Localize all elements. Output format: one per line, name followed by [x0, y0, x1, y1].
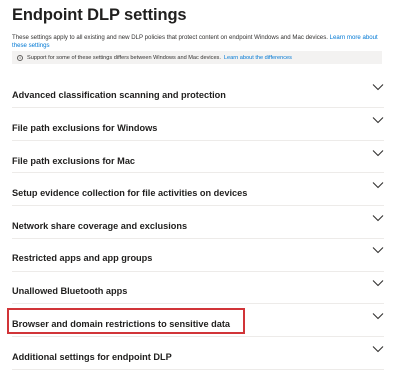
section-label: Browser and domain restrictions to sensi…	[12, 319, 231, 329]
section-label: File path exclusions for Windows	[12, 123, 158, 133]
info-icon: i	[17, 54, 23, 61]
section-additional-settings[interactable]: Additional settings for endpoint DLP	[12, 345, 384, 377]
section-label: Setup evidence collection for file activ…	[12, 188, 248, 198]
page-description: These settings apply to all existing and…	[12, 34, 384, 50]
chevron-down-icon	[372, 215, 384, 222]
notice-text: Support for some of these settings diffe…	[27, 54, 221, 61]
section-divider	[12, 140, 384, 141]
section-divider	[12, 238, 384, 239]
chevron-down-icon	[372, 150, 384, 157]
learn-about-differences-link[interactable]: Learn about the differences	[224, 55, 292, 61]
section-label: Restricted apps and app groups	[12, 253, 153, 263]
section-label: File path exclusions for Mac	[12, 156, 136, 166]
section-unallowed-bluetooth[interactable]: Unallowed Bluetooth apps	[12, 279, 384, 311]
section-label: Unallowed Bluetooth apps	[12, 286, 128, 296]
description-text: These settings apply to all existing and…	[12, 34, 328, 41]
section-divider	[12, 205, 384, 206]
chevron-down-icon	[372, 182, 384, 189]
section-file-path-windows[interactable]: File path exclusions for Windows	[12, 116, 384, 148]
section-divider	[12, 172, 384, 173]
section-advanced-classification[interactable]: Advanced classification scanning and pro…	[12, 83, 384, 115]
chevron-down-icon	[372, 84, 384, 91]
page-title: Endpoint DLP settings	[12, 6, 187, 24]
chevron-down-icon	[372, 313, 384, 320]
section-network-share[interactable]: Network share coverage and exclusions	[12, 214, 384, 246]
section-restricted-apps[interactable]: Restricted apps and app groups	[12, 246, 384, 278]
section-file-path-mac[interactable]: File path exclusions for Mac	[12, 149, 384, 181]
endpoint-dlp-settings-page: Endpoint DLP settings These settings app…	[0, 0, 400, 373]
section-divider	[12, 107, 384, 108]
chevron-down-icon	[372, 280, 384, 287]
chevron-down-icon	[372, 117, 384, 124]
section-label: Additional settings for endpoint DLP	[12, 352, 172, 362]
section-evidence-collection[interactable]: Setup evidence collection for file activ…	[12, 181, 384, 213]
chevron-down-icon	[372, 346, 384, 353]
section-divider	[12, 336, 384, 337]
section-label: Network share coverage and exclusions	[12, 221, 188, 231]
section-browser-domain-restrictions[interactable]: Browser and domain restrictions to sensi…	[12, 312, 384, 344]
section-label: Advanced classification scanning and pro…	[12, 90, 226, 100]
section-divider	[12, 271, 384, 272]
chevron-down-icon	[372, 247, 384, 254]
section-divider	[12, 303, 384, 304]
support-notice-bar: i Support for some of these settings dif…	[12, 51, 382, 64]
section-divider	[12, 369, 384, 370]
